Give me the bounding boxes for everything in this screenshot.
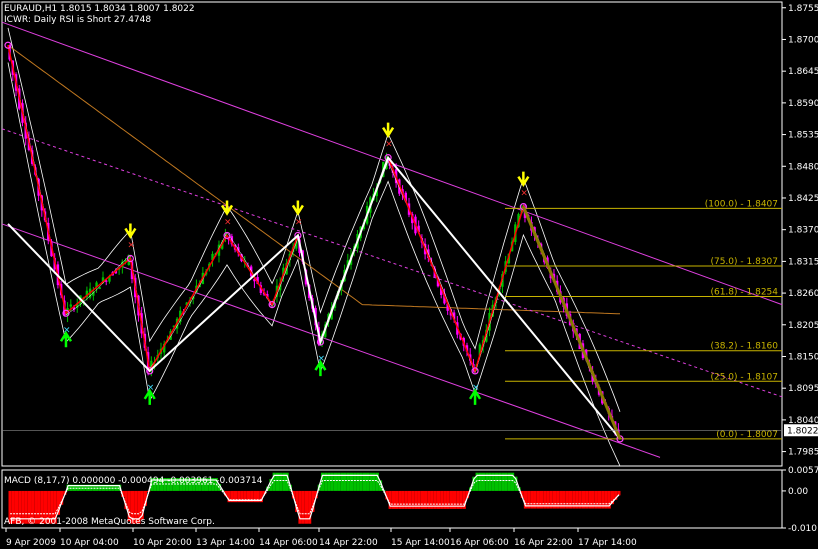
x-tick-label: 17 Apr 14:00: [578, 538, 637, 548]
buy-arrow-icon: [59, 330, 73, 348]
y-tick-label: 1.7985: [788, 448, 818, 458]
sell-arrow-icon: [382, 122, 395, 138]
macd-histogram-bar: [617, 490, 621, 496]
x-tick-label: 16 Apr 22:00: [514, 538, 573, 548]
x-tick-label: 9 Apr 2009: [6, 538, 56, 548]
y-tick-label: 1.8535: [788, 131, 818, 141]
buy-x-marker: ×: [147, 383, 155, 393]
macd-label: MACD (8,17,7) 0.000000 -0.000494 -0.0039…: [4, 476, 263, 486]
copyright-text: AFB, © 2001-2008 MetaQuotes Software Cor…: [4, 517, 215, 527]
sell-x-marker: ×: [520, 189, 528, 199]
channel-lower-line: [1, 223, 661, 458]
x-tick-label: 14 Apr 22:00: [319, 538, 378, 548]
fib-level-label: (61.8) - 1.8254: [710, 288, 778, 298]
symbol-info: EURAUD,H1 1.8015 1.8034 1.8007 1.8022: [4, 4, 195, 14]
fast-moving-average-line: [7, 45, 621, 439]
slow-moving-average-line: [7, 44, 621, 315]
y-tick-label: 1.8755: [788, 4, 818, 14]
buy-arrow-icon: [314, 359, 327, 377]
fib-level-label: (100.0) - 1.8407: [705, 199, 778, 209]
macd-tick-label: 0.00: [788, 487, 808, 497]
macd-tick-label: -0.01017: [788, 524, 818, 534]
x-tick-label: 13 Apr 14:00: [196, 538, 255, 548]
y-tick-label: 1.8700: [788, 35, 818, 45]
fib-level-label: (38.2) - 1.8160: [710, 342, 778, 352]
last-price-label: 1.8022: [787, 426, 818, 436]
y-tick-label: 1.8315: [788, 257, 818, 267]
y-tick-label: 1.8205: [788, 321, 818, 331]
sell-arrow-icon: [124, 223, 137, 239]
trend-line: [521, 206, 622, 440]
buy-x-marker: ×: [63, 325, 71, 335]
x-tick-label: 16 Apr 06:00: [450, 538, 509, 548]
sell-x-marker: ×: [295, 217, 303, 227]
y-tick-label: 1.8425: [788, 194, 818, 204]
y-tick-label: 1.8260: [788, 289, 818, 299]
band-lower-line: [7, 62, 621, 467]
wave-line: [7, 155, 621, 440]
x-tick-label: 15 Apr 14:00: [391, 538, 450, 548]
fib-level-label: (25.0) - 1.8107: [710, 372, 778, 382]
fib-level-label: (0.0) - 1.8007: [716, 430, 778, 440]
buy-arrow-icon: [143, 388, 156, 405]
y-tick-label: 1.8480: [788, 162, 818, 172]
indicator-comment: ICWR: Daily RSI is Short 27.4748: [4, 15, 152, 25]
buy-x-marker: ×: [317, 354, 325, 364]
x-tick-label: 14 Apr 06:00: [259, 538, 318, 548]
y-tick-label: 1.8645: [788, 67, 818, 77]
price-chart[interactable]: 1.8755 1.8700 1.8645 1.8590 1.8535 1.8480 1.84…: [0, 0, 818, 549]
candle-body: [69, 304, 72, 307]
y-tick-label: 1.8370: [788, 226, 818, 236]
sell-arrow-icon: [291, 200, 304, 216]
x-tick-label: 10 Apr 04:00: [60, 538, 119, 548]
macd-tick-label: 0.00574: [788, 466, 818, 476]
main-panel-frame: [1, 1, 783, 467]
sell-x-marker: ×: [127, 240, 135, 250]
y-tick-label: 1.8590: [788, 99, 818, 109]
x-tick-label: 10 Apr 20:00: [133, 538, 192, 548]
fib-level-label: (75.0) - 1.8307: [710, 257, 778, 267]
sell-x-marker: ×: [385, 140, 393, 150]
y-tick-label: 1.8150: [788, 352, 818, 362]
zigzag-line: [7, 45, 621, 440]
trading-chart-window[interactable]: 1.8755 1.8700 1.8645 1.8590 1.8535 1.8480 1.84…: [0, 0, 818, 549]
sell-x-marker: ×: [224, 217, 232, 227]
sell-arrow-icon: [517, 171, 530, 187]
y-tick-label: 1.8095: [788, 384, 818, 394]
buy-x-marker: ×: [472, 383, 480, 393]
